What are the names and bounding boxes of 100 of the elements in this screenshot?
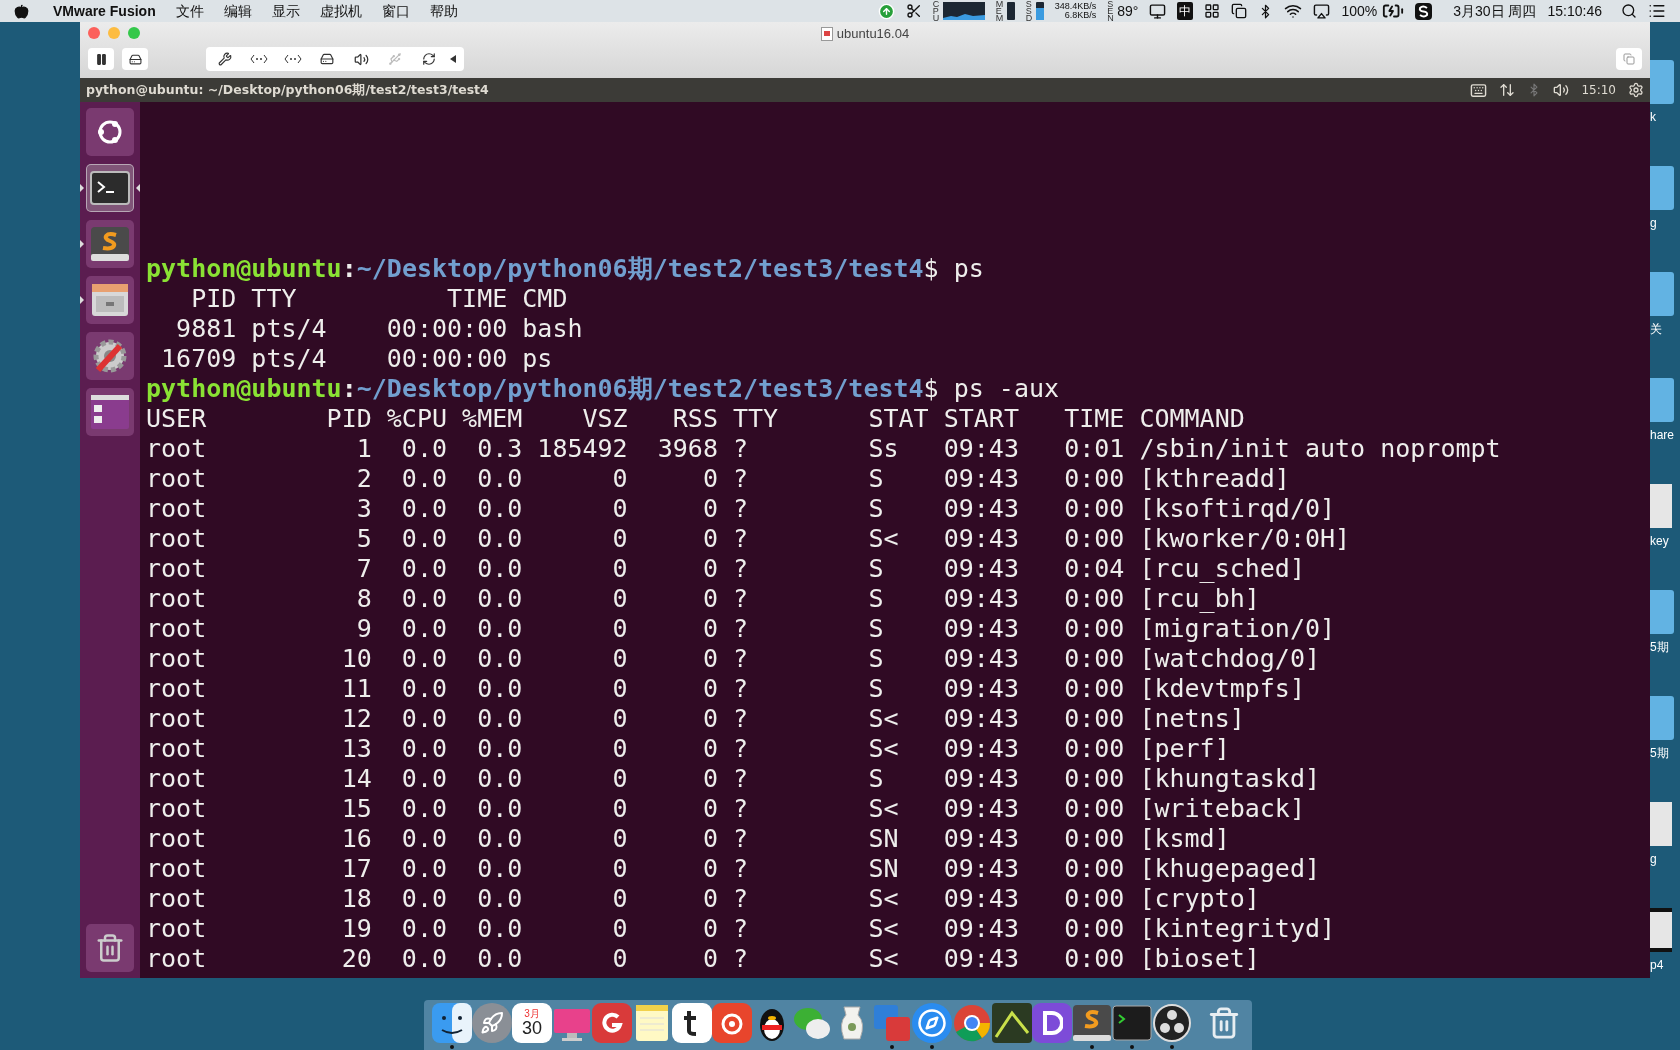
panel-window-title: python@ubuntu: ~/Desktop/python06期/test2/test3/test4	[86, 80, 489, 99]
battery-percentage: 100%	[1341, 1, 1378, 21]
restore-icon	[1623, 53, 1635, 65]
update-icon[interactable]	[877, 2, 895, 20]
video-file-icon[interactable]	[1650, 908, 1672, 952]
launcher-item[interactable]	[86, 220, 134, 268]
cpu-graph-icon[interactable]	[942, 2, 985, 20]
apple-icon[interactable]	[14, 3, 29, 19]
output-line: root 19 0.0 0.0 0 0 ? S< 09:43 0:00 [kintegrityd]	[146, 914, 1336, 944]
menu-item[interactable]: 显示	[271, 0, 300, 22]
output-line: root 10 0.0 0.0 0 0 ? S 09:43 0:00 [watchdog/0]	[146, 644, 1320, 674]
compass-icon[interactable]	[912, 1003, 952, 1043]
rocket-icon[interactable]	[472, 1003, 512, 1043]
upload-speed: 348.4KB/s	[1054, 2, 1097, 11]
output-line: root 5 0.0 0.0 0 0 ? S< 09:43 0:00 [kworker/0:0H]	[146, 524, 1351, 554]
trash-icon	[95, 933, 125, 963]
notification-list-icon[interactable]	[1648, 2, 1666, 20]
calendar-icon[interactable]: 3月 30	[512, 1003, 552, 1043]
output-line: 16709 pts/4 00:00:00 ps	[160, 344, 553, 374]
network-arrows-icon[interactable]	[1499, 82, 1516, 98]
letter-app-icon[interactable]	[672, 1003, 712, 1043]
sublime-icon[interactable]	[1072, 1003, 1112, 1043]
menu-item[interactable]: 编辑	[223, 0, 252, 22]
menu-item[interactable]: 窗口	[381, 0, 410, 22]
output-line: USER PID %CPU %MEM VSZ RSS TTY STAT START TIME COMMAND	[146, 404, 1245, 434]
recording-app-icon[interactable]	[1152, 1003, 1192, 1043]
browser-icon[interactable]	[952, 1003, 992, 1043]
menu-item[interactable]: 虚拟机	[319, 0, 362, 22]
menu-bar-date[interactable]: 3月30日 周四	[1453, 0, 1537, 22]
finder-face-icon[interactable]	[432, 1003, 472, 1043]
gear-icon[interactable]	[1628, 82, 1644, 98]
memory-bar-icon[interactable]	[1006, 2, 1015, 20]
output-line: root 9 0.0 0.0 0 0 ? S 09:43 0:00 [migration/0]	[146, 614, 1336, 644]
launcher-item[interactable]	[86, 332, 134, 380]
launcher-item[interactable]	[86, 276, 134, 324]
file-cabinet-icon	[90, 282, 130, 318]
prompt-line: python@ubuntu:~/Desktop/python06期/test2/test3/test4$ ps -aux	[146, 374, 1060, 404]
document-icon	[820, 26, 833, 41]
output-line: root 17 0.0 0.0 0 0 ? SN 09:43 0:00 [khugepaged]	[146, 854, 1320, 884]
output-line: root 7 0.0 0.0 0 0 ? S 09:43 0:04 [rcu_sched]	[146, 554, 1305, 584]
search-icon[interactable]	[1621, 3, 1637, 19]
windows-icon[interactable]	[1231, 3, 1248, 19]
launcher-item[interactable]	[86, 164, 134, 212]
output-line: root 2 0.0 0.0 0 0 ? S 09:43 0:00 [kthreadd]	[146, 464, 1290, 494]
grid-icon[interactable]	[1204, 3, 1221, 19]
workspace-switcher-icon	[90, 394, 130, 430]
desktop-icon-label[interactable]: g	[1650, 850, 1657, 868]
output-line: root 20 0.0 0.0 0 0 ? S< 09:43 0:00 [bioset]	[146, 944, 1260, 974]
desktop-icon-label[interactable]: hare	[1650, 426, 1675, 444]
menu-item[interactable]: 文件	[175, 0, 204, 22]
output-line: PID TTY TIME CMD	[190, 284, 568, 314]
desktop-icon-label[interactable]: p4	[1650, 956, 1664, 974]
temperature: 89°	[1117, 1, 1139, 21]
close-button[interactable]	[88, 27, 100, 39]
cpu-label: CPU	[932, 0, 940, 22]
desktop-icon-label[interactable]: k	[1650, 108, 1656, 126]
disk-bar-icon[interactable]	[1035, 2, 1044, 20]
desktop-icon-label[interactable]: key	[1650, 532, 1669, 550]
output-line: root 3 0.0 0.0 0 0 ? S 09:43 0:00 [ksoftirqd/0]	[146, 494, 1336, 524]
launcher-item[interactable]	[86, 924, 134, 972]
pause-button[interactable]	[88, 48, 114, 70]
panel-clock[interactable]: 15:10	[1581, 81, 1616, 99]
output-line: root 12 0.0 0.0 0 0 ? S< 09:43 0:00 [netns]	[146, 704, 1245, 734]
s-app-icon[interactable]	[1415, 2, 1433, 20]
wifi-icon[interactable]	[1284, 2, 1303, 20]
terminal-icon[interactable]	[1112, 1003, 1152, 1043]
monitor-icon[interactable]	[1149, 2, 1167, 20]
desktop-icon-label[interactable]: 5期	[1650, 638, 1669, 656]
terminal-icon	[90, 171, 130, 205]
output-line: root 1 0.0 0.3 185492 3968 ? Ss 09:43 0:01 /sbin/init auto noprompt	[146, 434, 1501, 464]
desktop-icon-label[interactable]: 5期	[1650, 744, 1669, 762]
launcher-item[interactable]	[86, 388, 134, 436]
airplay-icon[interactable]	[1313, 2, 1331, 20]
output-line: root 13 0.0 0.0 0 0 ? S< 09:43 0:00 [perf]	[146, 734, 1230, 764]
menu-bar-clock[interactable]: 15:10:46	[1547, 0, 1602, 22]
scissors-icon[interactable]	[905, 3, 922, 19]
photo-app-icon[interactable]	[992, 1003, 1032, 1043]
g-app-icon[interactable]	[592, 1003, 632, 1043]
output-line: root 16 0.0 0.0 0 0 ? SN 09:43 0:00 [ksmd]	[146, 824, 1230, 854]
output-line: 9881 pts/4 00:00:00 bash	[175, 314, 583, 344]
app-menu[interactable]: VMware Fusion	[53, 0, 156, 22]
snapshot-button[interactable]	[122, 48, 148, 70]
output-line: root 15 0.0 0.0 0 0 ? S< 09:43 0:00 [writeback]	[146, 794, 1305, 824]
menu-item[interactable]: 帮助	[429, 0, 458, 22]
sublime-icon	[90, 226, 130, 262]
window-title: ubuntu16.04	[836, 25, 910, 43]
launcher-item[interactable]	[86, 108, 134, 156]
prompt-line: python@ubuntu:~/Desktop/python06期/test2/test3/test4$ ps	[146, 254, 984, 284]
d-app-icon[interactable]	[1032, 1003, 1072, 1043]
output-line: root 18 0.0 0.0 0 0 ? S< 09:43 0:00 [crypto]	[146, 884, 1260, 914]
disk-label: SSD	[1025, 0, 1033, 22]
output-line: root 11 0.0 0.0 0 0 ? S 09:43 0:00 [kdevtmpfs]	[146, 674, 1305, 704]
memory-label: MEM	[995, 0, 1004, 22]
music-app-icon[interactable]	[712, 1003, 752, 1043]
desktop-icon-label[interactable]: 关	[1650, 320, 1662, 338]
output-line: root 8 0.0 0.0 0 0 ? S 09:43 0:00 [rcu_bh]	[146, 584, 1260, 614]
input-method-indicator[interactable]: 中	[1177, 2, 1194, 20]
keyboard-icon[interactable]	[1470, 81, 1488, 99]
volume-icon[interactable]	[1553, 82, 1570, 98]
desktop-icon-label[interactable]: g	[1650, 214, 1657, 232]
